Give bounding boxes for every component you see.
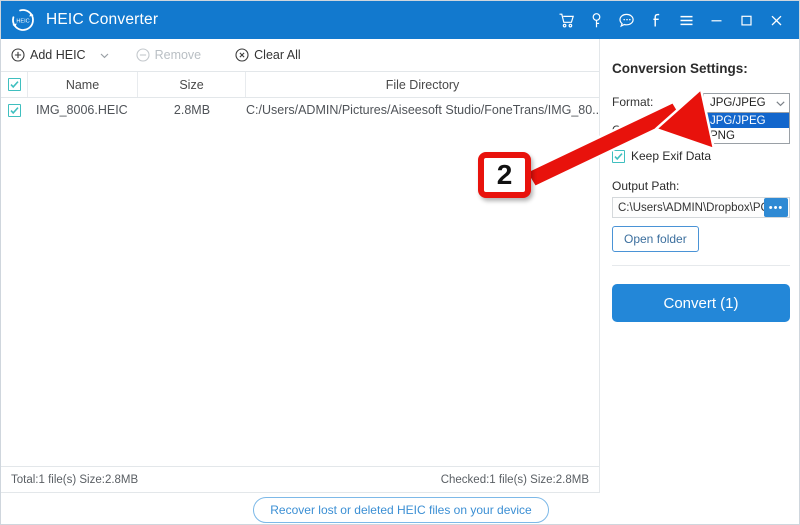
- row-file-name: IMG_8006.HEIC: [36, 103, 128, 117]
- format-selected-value: JPG/JPEG: [710, 97, 766, 109]
- facebook-icon[interactable]: [641, 5, 671, 35]
- cart-icon[interactable]: [551, 5, 581, 35]
- panel-divider: [612, 265, 790, 266]
- panel-title: Conversion Settings:: [612, 61, 748, 76]
- status-checked: Checked:1 file(s) Size:2.8MB: [440, 473, 589, 486]
- format-select[interactable]: JPG/JPEG: [703, 93, 790, 113]
- format-row: Format: JPG/JPEG JPG/JPEG PNG: [612, 93, 790, 144]
- add-heic-label: Add HEIC: [30, 48, 86, 62]
- title-bar: HEIC HEIC Converter: [1, 1, 799, 39]
- clear-all-button[interactable]: Clear All: [229, 39, 307, 71]
- status-bar: Total:1 file(s) Size:2.8MB Checked:1 fil…: [1, 467, 599, 493]
- row-checkbox-cell[interactable]: [1, 103, 28, 117]
- column-header-directory[interactable]: File Directory: [246, 72, 599, 97]
- format-label: Format:: [612, 95, 654, 109]
- menu-icon[interactable]: [671, 5, 701, 35]
- add-heic-button[interactable]: Add HEIC: [1, 39, 92, 71]
- app-logo-icon: HEIC: [10, 7, 36, 33]
- keep-exif-checkbox[interactable]: [612, 149, 625, 163]
- keep-exif-label: Keep Exif Data: [631, 149, 712, 163]
- remove-label: Remove: [154, 48, 202, 62]
- column-header-size[interactable]: Size: [138, 72, 246, 97]
- close-circle-icon: [235, 48, 249, 62]
- row-file-directory: C:/Users/ADMIN/Pictures/Aiseesoft Studio…: [246, 103, 599, 117]
- heic-converter-window: HEIC HEIC Converter Add HEIC Remove Clea…: [0, 0, 800, 525]
- quality-label: Q: [612, 123, 622, 137]
- table-row[interactable]: IMG_8006.HEIC 2.8MB C:/Users/ADMIN/Pictu…: [1, 98, 599, 122]
- format-option-png[interactable]: PNG: [704, 128, 789, 143]
- close-icon[interactable]: [761, 5, 791, 35]
- minimize-icon[interactable]: [701, 5, 731, 35]
- format-dropdown-list[interactable]: JPG/JPEG PNG: [703, 113, 790, 144]
- app-title: HEIC Converter: [46, 11, 159, 28]
- browse-path-button[interactable]: •••: [764, 198, 788, 217]
- keep-exif-row[interactable]: Keep Exif Data: [612, 149, 711, 163]
- chevron-down-icon: [771, 98, 789, 109]
- svg-text:HEIC: HEIC: [16, 19, 29, 25]
- key-icon[interactable]: [581, 5, 611, 35]
- select-all-checkbox[interactable]: [7, 78, 21, 91]
- column-header-name[interactable]: Name: [28, 72, 138, 97]
- output-path-value: C:\Users\ADMIN\Dropbox\PC\: [618, 201, 764, 214]
- add-heic-dropdown-toggle[interactable]: [92, 39, 118, 71]
- chat-icon[interactable]: [611, 5, 641, 35]
- plus-circle-icon: [11, 48, 25, 62]
- open-folder-button[interactable]: Open folder: [612, 226, 699, 252]
- bottom-bar: Recover lost or deleted HEIC files on yo…: [1, 493, 799, 524]
- status-total: Total:1 file(s) Size:2.8MB: [11, 473, 139, 486]
- titlebar-icon-group: [551, 5, 799, 35]
- clear-all-label: Clear All: [254, 48, 301, 62]
- output-path-label: Output Path:: [612, 179, 680, 193]
- row-checkbox[interactable]: [8, 103, 21, 117]
- conversion-settings-panel: Conversion Settings: Format: JPG/JPEG JP…: [599, 39, 799, 493]
- convert-button[interactable]: Convert (1): [612, 284, 790, 322]
- format-option-jpg[interactable]: JPG/JPEG: [704, 113, 789, 128]
- recover-files-button[interactable]: Recover lost or deleted HEIC files on yo…: [253, 496, 549, 523]
- step-badge-2: 2: [478, 152, 531, 198]
- file-table-header: Name Size File Directory: [1, 72, 599, 98]
- file-toolbar: Add HEIC Remove Clear All: [1, 39, 599, 72]
- maximize-icon[interactable]: [731, 5, 761, 35]
- row-file-size: 2.8MB: [173, 103, 211, 117]
- minus-circle-icon: [136, 48, 150, 62]
- output-path-field[interactable]: C:\Users\ADMIN\Dropbox\PC\ •••: [612, 197, 790, 218]
- select-all-cell[interactable]: [1, 72, 28, 97]
- remove-button[interactable]: Remove: [130, 39, 208, 71]
